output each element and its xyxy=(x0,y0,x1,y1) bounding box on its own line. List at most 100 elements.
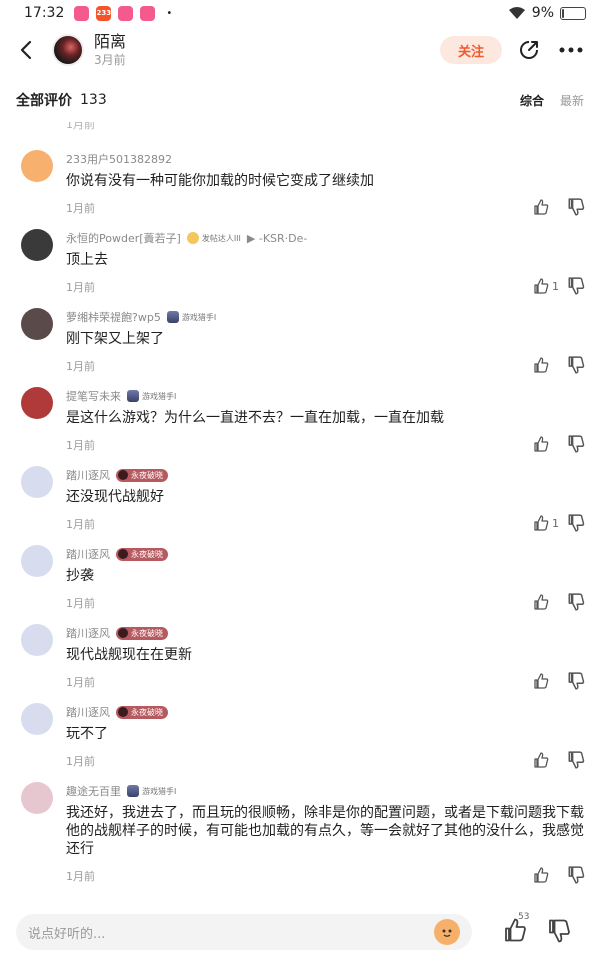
comment-username[interactable]: 踏川逐风 xyxy=(66,625,110,641)
like-count: 1 xyxy=(552,516,559,530)
tab-latest[interactable]: 最新 xyxy=(560,92,584,109)
thumbs-down-icon[interactable] xyxy=(567,751,585,769)
badge-icon xyxy=(127,785,139,797)
thumbs-up-icon xyxy=(534,673,549,689)
like-button[interactable]: 1 xyxy=(533,277,565,295)
comment-input-placeholder: 说点好听的... xyxy=(28,926,106,942)
thumbs-down-icon[interactable] xyxy=(567,866,585,884)
badge-icon xyxy=(118,707,128,717)
comment-username[interactable]: 踏川逐风 xyxy=(66,546,110,562)
thumbs-up-icon xyxy=(534,357,549,373)
comment-time: 1月前 xyxy=(66,202,95,215)
battery-icon xyxy=(560,6,586,20)
comment-username[interactable]: 永恒的Powder[蕢若子] xyxy=(66,230,181,246)
thumbs-down-icon[interactable] xyxy=(567,435,585,453)
comment-time: 1月前 xyxy=(66,281,95,294)
badge-label: 发帖达人III xyxy=(201,233,241,243)
badge-icon xyxy=(118,628,128,638)
comment-time: 1月前 xyxy=(66,360,95,373)
back-button[interactable] xyxy=(14,30,38,70)
comment-list[interactable]: 1月前 233用户501382892 你说有没有一种可能你加载的时候它变成了继续… xyxy=(0,122,600,902)
badge-label: 永夜破晓 xyxy=(131,707,163,717)
red-character-avatar[interactable] xyxy=(21,387,53,419)
like-button[interactable] xyxy=(533,751,565,769)
thumbs-up-icon xyxy=(534,752,549,768)
author-name[interactable]: 陌离 xyxy=(94,32,126,52)
battery-level-fill xyxy=(562,8,564,18)
thumbs-down-icon[interactable] xyxy=(567,593,585,611)
like-count: 1 xyxy=(552,279,559,293)
follow-button[interactable]: 关注 xyxy=(440,36,502,64)
app-notification-icon xyxy=(118,5,134,21)
white-haired-girl-avatar[interactable] xyxy=(21,703,53,735)
comment-username[interactable]: 提笔写未来 xyxy=(66,388,121,404)
reviews-subheader: 全部评价 133 综合 最新 xyxy=(0,88,600,112)
pink-haired-girl-avatar[interactable] xyxy=(21,782,53,814)
orange-smiley-avatar[interactable] xyxy=(21,150,53,182)
comment-meta: 踏川逐风 永夜破晓 xyxy=(66,704,168,720)
post-time: 3月前 xyxy=(94,53,126,67)
emoji-icon[interactable] xyxy=(434,919,460,945)
comment-text: 抄袭 xyxy=(66,568,94,584)
white-haired-girl-avatar[interactable] xyxy=(21,624,53,656)
dark-character-avatar[interactable] xyxy=(21,229,53,261)
post-like-count: 53 xyxy=(518,912,530,922)
avatar[interactable] xyxy=(52,34,84,66)
comment-username[interactable]: 233用户501382892 xyxy=(66,151,172,167)
like-button[interactable] xyxy=(533,672,565,690)
comment-username[interactable]: 踏川逐风 xyxy=(66,467,110,483)
thumbs-down-icon[interactable] xyxy=(567,198,585,216)
badge-label: 永夜破晓 xyxy=(131,628,163,638)
comment-text: 现代战舰现在在更新 xyxy=(66,647,192,663)
comment-text: 还没现代战舰好 xyxy=(66,489,164,505)
user-badge: 游戏猎手I xyxy=(127,785,176,797)
thumbs-up-icon xyxy=(534,594,549,610)
comment-text: 你说有没有一种可能你加载的时候它变成了继续加 xyxy=(66,173,374,189)
badge-icon xyxy=(118,549,128,559)
comment-username[interactable]: 趣途无百里 xyxy=(66,783,121,799)
thumbs-down-icon[interactable] xyxy=(567,672,585,690)
status-time: 17:32 xyxy=(24,5,65,21)
thumbs-up-icon xyxy=(534,515,549,531)
battery-percent: 9% xyxy=(531,5,554,21)
app-notification-icon xyxy=(74,5,90,21)
share-button[interactable] xyxy=(516,37,542,63)
comment-meta: 趣途无百里 游戏猎手I xyxy=(66,783,176,799)
comment-text: 我还好，我进去了，而且玩的很顺畅，除非是你的配置问题，或者是下载问题我下载他的战… xyxy=(66,805,584,857)
thumbs-down-icon[interactable] xyxy=(567,277,585,295)
like-button[interactable] xyxy=(533,866,565,884)
comment-username[interactable]: 踏川逐风 xyxy=(66,704,110,720)
comment-time: 1月前 xyxy=(66,755,95,768)
comment-text: 顶上去 xyxy=(66,252,108,268)
comment-time: 1月前 xyxy=(66,439,95,452)
like-button[interactable] xyxy=(533,356,565,374)
more-button[interactable] xyxy=(556,37,586,63)
header: 陌离 3月前 关注 xyxy=(0,26,600,74)
thumbs-down-icon[interactable] xyxy=(547,919,571,943)
dark-haired-girl-avatar[interactable] xyxy=(21,308,53,340)
comment-text: 是这什么游戏？为什么一直进不去？一直在加载，一直在加载 xyxy=(66,410,444,426)
status-bar: 17:32 233 • 9% xyxy=(0,0,600,26)
like-button[interactable] xyxy=(533,593,565,611)
comment-username[interactable]: 萝缃桛荣禔飽?wp5 xyxy=(66,309,161,325)
like-button[interactable] xyxy=(533,198,565,216)
badge-label: 游戏猎手I xyxy=(142,391,177,401)
reply-to[interactable]: ▶ -KSR·De- xyxy=(247,232,307,245)
thumbs-up-icon xyxy=(534,436,549,452)
comment-meta: 踏川逐风 永夜破晓 xyxy=(66,546,168,562)
white-haired-girl-avatar[interactable] xyxy=(21,545,53,577)
reviews-count: 133 xyxy=(80,92,107,108)
like-button[interactable]: 1 xyxy=(533,514,565,532)
badge-icon xyxy=(166,311,179,323)
bottom-bar: 说点好听的... 53 xyxy=(0,912,600,960)
user-badge: 游戏猎手I xyxy=(166,311,216,323)
user-badge: 游戏猎手I xyxy=(127,390,176,402)
white-haired-girl-avatar[interactable] xyxy=(21,466,53,498)
thumbs-down-icon[interactable] xyxy=(567,514,585,532)
comment-input[interactable]: 说点好听的... xyxy=(16,914,472,950)
like-button[interactable] xyxy=(533,435,565,453)
badge-label: 永夜破晓 xyxy=(131,470,163,480)
tab-comprehensive[interactable]: 综合 xyxy=(520,92,544,109)
thumbs-down-icon[interactable] xyxy=(567,356,585,374)
comment-meta: 踏川逐风 永夜破晓 xyxy=(66,625,168,641)
